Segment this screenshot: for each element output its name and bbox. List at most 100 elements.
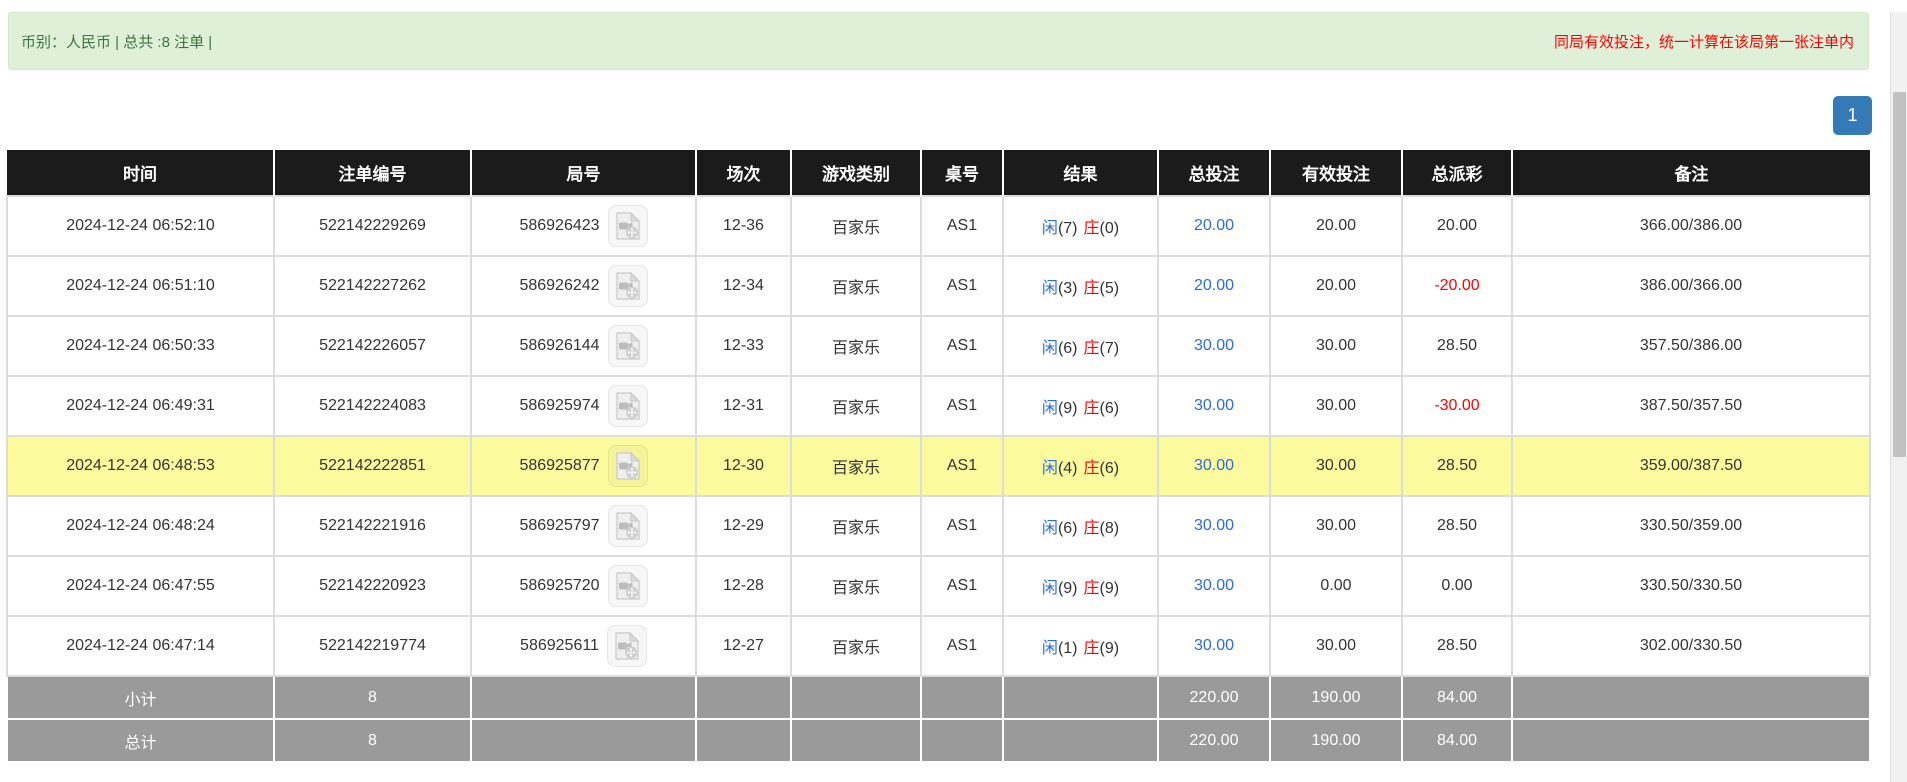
- bet-time: 2024-12-24 06:52:10: [7, 196, 274, 256]
- result-cell: 闲(9)庄(6): [1003, 376, 1158, 436]
- valid-bet: 30.00: [1270, 316, 1402, 376]
- player-result-score: (1): [1058, 640, 1078, 657]
- table-row[interactable]: 2024-12-24 06:48:53 522142222851 5869258…: [7, 436, 1870, 496]
- session-number: 12-34: [696, 256, 791, 316]
- total-bet-link[interactable]: 20.00: [1194, 217, 1234, 234]
- round-number: 586925720: [519, 577, 599, 594]
- total-bet-link[interactable]: 30.00: [1194, 337, 1234, 354]
- video-replay-button[interactable]: [608, 565, 648, 607]
- bet-id: 522142220923: [274, 556, 471, 616]
- col-header-valid-bet: 有效投注: [1270, 150, 1402, 196]
- video-replay-button[interactable]: [608, 505, 648, 547]
- video-file-icon: [615, 571, 641, 601]
- payout-cell: 28.50: [1402, 496, 1512, 556]
- grand-total-total-bet: 220.00: [1158, 719, 1270, 762]
- col-header-total-bet: 总投注: [1158, 150, 1270, 196]
- table-header-row: 时间 注单编号 局号 场次 游戏类别 桌号 结果 总投注 有效投注 总派彩 备注: [7, 150, 1870, 196]
- video-file-icon: [615, 511, 641, 541]
- remark: 302.00/330.50: [1512, 616, 1870, 676]
- payout-value: 28.50: [1437, 337, 1477, 354]
- col-header-round: 局号: [471, 150, 696, 196]
- round-number: 586926144: [519, 337, 599, 354]
- video-replay-button[interactable]: [608, 445, 648, 487]
- total-bet-link[interactable]: 30.00: [1194, 577, 1234, 594]
- bet-id: 522142221916: [274, 496, 471, 556]
- valid-bet: 20.00: [1270, 196, 1402, 256]
- table-row[interactable]: 2024-12-24 06:48:24 522142221916 5869257…: [7, 496, 1870, 556]
- banker-result-label: 庄: [1084, 640, 1100, 657]
- subtotal-row: 小计 8 220.00 190.00 84.00: [7, 676, 1870, 719]
- round-cell: 586926242: [471, 256, 696, 316]
- video-replay-button[interactable]: [608, 325, 648, 367]
- banker-result-label: 庄: [1084, 580, 1100, 597]
- video-replay-button[interactable]: [607, 625, 647, 667]
- total-bet-link[interactable]: 30.00: [1194, 517, 1234, 534]
- payout-value: -20.00: [1434, 277, 1479, 294]
- vertical-scrollbar[interactable]: [1890, 12, 1907, 782]
- notice-bar: 币别：人民币 | 总共 :8 注单 | 同局有效投注，统一计算在该局第一张注单内: [8, 12, 1869, 70]
- banker-result-label: 庄: [1084, 400, 1100, 417]
- remark: 330.50/330.50: [1512, 556, 1870, 616]
- col-header-time: 时间: [7, 150, 274, 196]
- table-row[interactable]: 2024-12-24 06:49:31 522142224083 5869259…: [7, 376, 1870, 436]
- remark: 330.50/359.00: [1512, 496, 1870, 556]
- video-file-icon: [615, 391, 641, 421]
- round-cell: 586925611: [471, 616, 696, 676]
- game-type: 百家乐: [791, 256, 921, 316]
- bet-time: 2024-12-24 06:48:24: [7, 496, 274, 556]
- total-bet-link[interactable]: 20.00: [1194, 277, 1234, 294]
- video-replay-button[interactable]: [608, 205, 648, 247]
- player-result-label: 闲: [1042, 220, 1058, 237]
- col-header-bet-id: 注单编号: [274, 150, 471, 196]
- total-bet-link[interactable]: 30.00: [1194, 457, 1234, 474]
- video-replay-button[interactable]: [608, 265, 648, 307]
- grand-total-valid-bet: 190.00: [1270, 719, 1402, 762]
- currency-summary-text: 币别：人民币 | 总共 :8 注单 |: [21, 31, 212, 52]
- table-row[interactable]: 2024-12-24 06:50:33 522142226057 5869261…: [7, 316, 1870, 376]
- table-number: AS1: [921, 376, 1003, 436]
- bet-id: 522142224083: [274, 376, 471, 436]
- subtotal-total-bet: 220.00: [1158, 676, 1270, 719]
- game-type: 百家乐: [791, 436, 921, 496]
- payout-cell: 28.50: [1402, 616, 1512, 676]
- subtotal-label: 小计: [7, 676, 274, 719]
- payout-value: 0.00: [1441, 577, 1472, 594]
- video-replay-button[interactable]: [608, 385, 648, 427]
- session-number: 12-31: [696, 376, 791, 436]
- table-row[interactable]: 2024-12-24 06:47:14 522142219774 5869256…: [7, 616, 1870, 676]
- bet-id: 522142219774: [274, 616, 471, 676]
- total-bet-link[interactable]: 30.00: [1194, 637, 1234, 654]
- player-result-label: 闲: [1042, 520, 1058, 537]
- video-file-icon: [615, 331, 641, 361]
- table-row[interactable]: 2024-12-24 06:51:10 522142227262 5869262…: [7, 256, 1870, 316]
- bet-time: 2024-12-24 06:49:31: [7, 376, 274, 436]
- table-row[interactable]: 2024-12-24 06:47:55 522142220923 5869257…: [7, 556, 1870, 616]
- result-cell: 闲(3)庄(5): [1003, 256, 1158, 316]
- table-number: AS1: [921, 616, 1003, 676]
- valid-bet: 20.00: [1270, 256, 1402, 316]
- result-cell: 闲(6)庄(8): [1003, 496, 1158, 556]
- banker-result-label: 庄: [1084, 460, 1100, 477]
- col-header-result: 结果: [1003, 150, 1158, 196]
- grand-total-count: 8: [274, 719, 471, 762]
- player-result-score: (7): [1058, 220, 1078, 237]
- result-cell: 闲(1)庄(9): [1003, 616, 1158, 676]
- col-header-table-no: 桌号: [921, 150, 1003, 196]
- table-row[interactable]: 2024-12-24 06:52:10 522142229269 5869264…: [7, 196, 1870, 256]
- bet-time: 2024-12-24 06:50:33: [7, 316, 274, 376]
- player-result-score: (9): [1058, 580, 1078, 597]
- col-header-payout: 总派彩: [1402, 150, 1512, 196]
- scrollbar-thumb[interactable]: [1893, 92, 1906, 457]
- bet-time: 2024-12-24 06:48:53: [7, 436, 274, 496]
- result-cell: 闲(4)庄(6): [1003, 436, 1158, 496]
- valid-bet: 30.00: [1270, 436, 1402, 496]
- page-1-button[interactable]: 1: [1833, 96, 1872, 135]
- grand-total-label: 总计: [7, 719, 274, 762]
- total-bet-link[interactable]: 30.00: [1194, 397, 1234, 414]
- valid-bet: 30.00: [1270, 616, 1402, 676]
- banker-result-score: (6): [1100, 400, 1120, 417]
- game-type: 百家乐: [791, 556, 921, 616]
- grand-total-row: 总计 8 220.00 190.00 84.00: [7, 719, 1870, 762]
- round-number: 586925797: [519, 517, 599, 534]
- player-result-score: (4): [1058, 460, 1078, 477]
